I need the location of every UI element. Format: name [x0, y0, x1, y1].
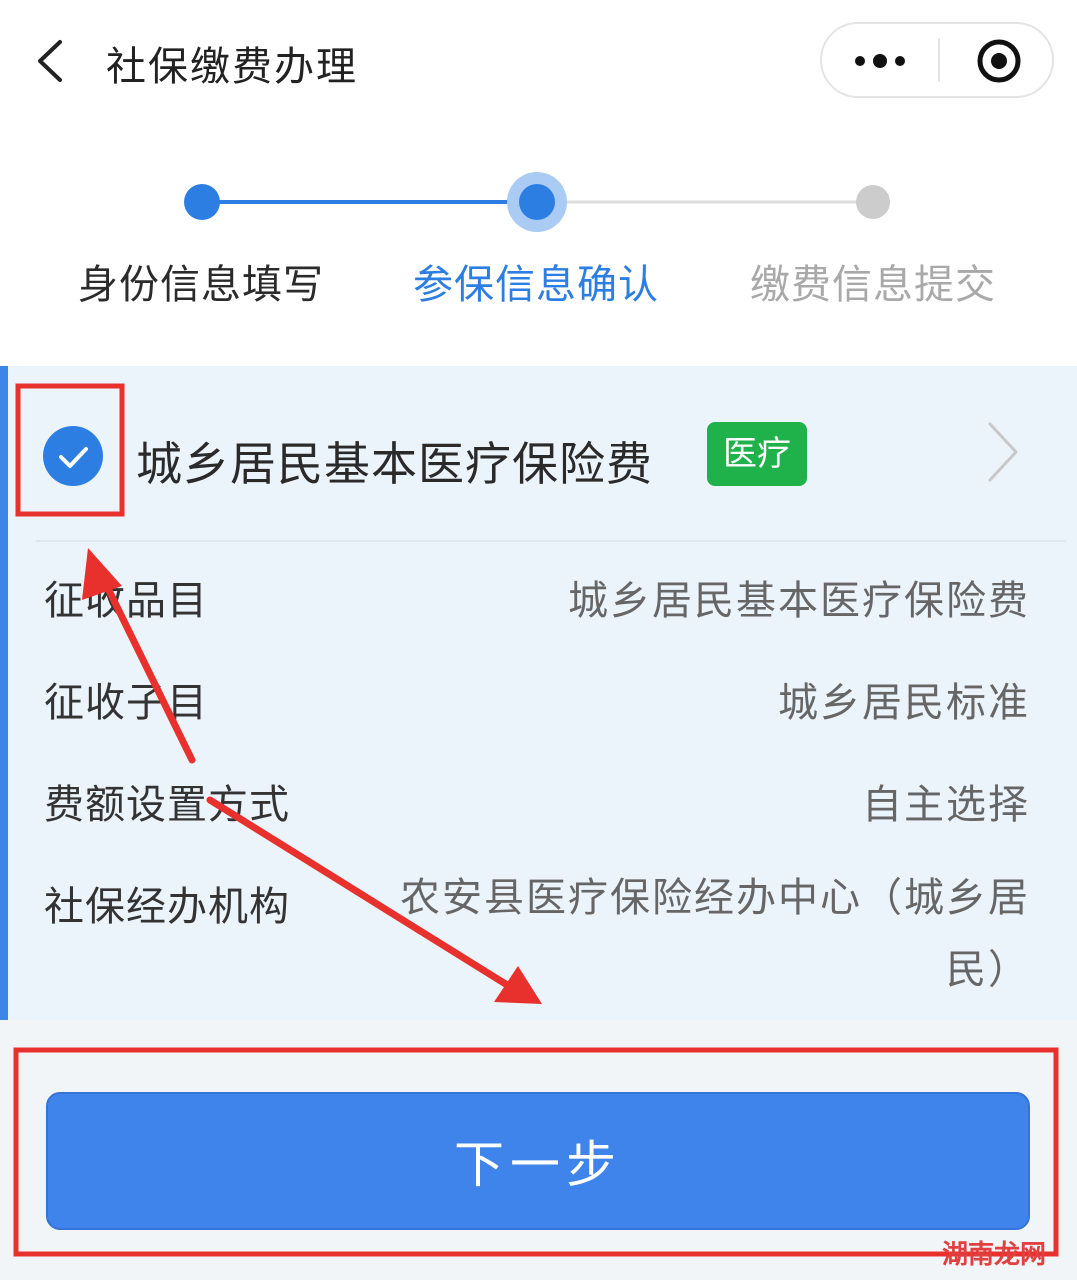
progress-steps: 身份信息填写 参保信息确认 缴费信息提交 — [0, 120, 1077, 366]
step-dot-3 — [856, 185, 890, 219]
watermark: 湖南龙网 — [942, 1240, 1047, 1270]
row-value-agency: 农安县医疗保险经办中心（城乡居民） — [400, 875, 1030, 993]
row-value-collection-subitem: 城乡居民标准 — [778, 680, 1030, 726]
row-label-collection-item: 征收品目 — [44, 578, 208, 624]
row-value-fee-setting: 自主选择 — [862, 782, 1030, 828]
step-label-insurance-confirm: 参保信息确认 — [413, 262, 659, 308]
card-divider — [36, 540, 1066, 542]
nav-bar: 社保缴费办理 — [0, 0, 1077, 120]
step-label-payment-submit: 缴费信息提交 — [750, 262, 996, 308]
card-accent-bar — [0, 366, 8, 1020]
mini-program-capsule — [820, 22, 1054, 98]
row-value-collection-item: 城乡居民基本医疗保险费 — [568, 578, 1030, 624]
step-dot-1 — [184, 184, 220, 220]
row-label-collection-subitem: 征收子目 — [44, 680, 208, 726]
row-label-agency: 社保经办机构 — [44, 884, 290, 930]
target-close-icon[interactable] — [940, 24, 1054, 96]
more-dots-icon[interactable] — [822, 24, 938, 96]
step-dot-2 — [519, 184, 555, 220]
step-label-identity: 身份信息填写 — [78, 262, 324, 308]
insurance-item-title[interactable]: 城乡居民基本医疗保险费 — [136, 428, 653, 494]
step-track — [184, 172, 890, 232]
page-title: 社保缴费办理 — [106, 44, 358, 90]
select-checkbox[interactable] — [43, 426, 103, 486]
next-step-button[interactable]: 下一步 — [46, 1092, 1030, 1230]
category-tag: 医疗 — [707, 422, 807, 486]
row-label-fee-setting: 费额设置方式 — [44, 782, 290, 828]
chevron-left-icon[interactable] — [32, 38, 72, 84]
check-icon — [59, 447, 88, 468]
chevron-right-icon[interactable] — [984, 420, 1024, 484]
